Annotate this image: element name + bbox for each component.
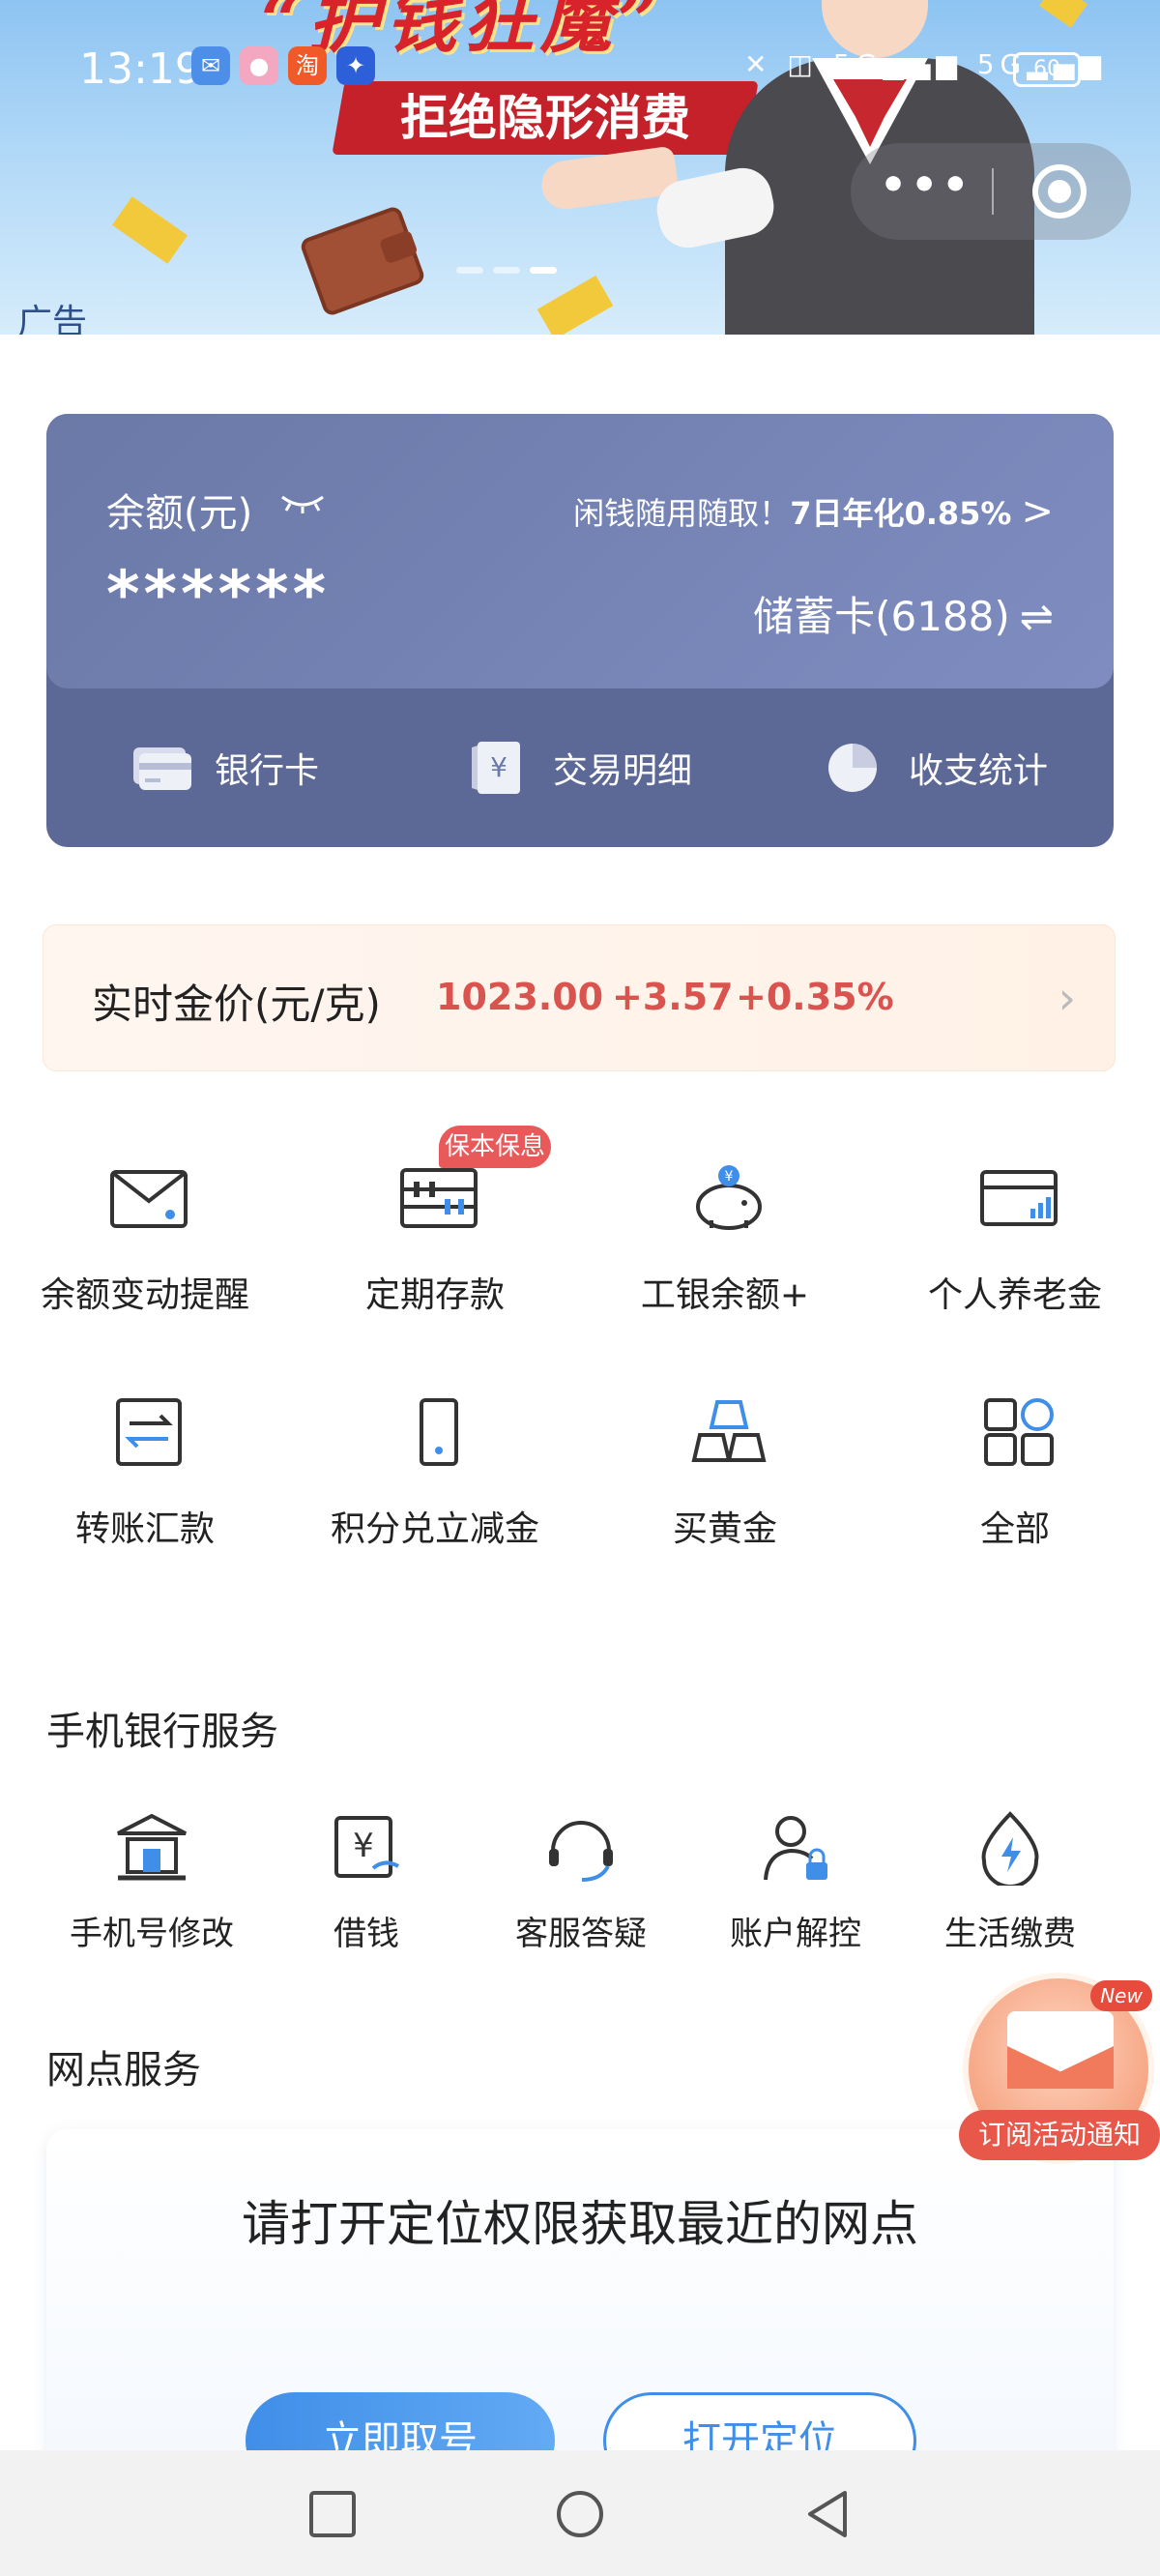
svg-text:¥: ¥	[725, 1169, 734, 1185]
transaction-detail-icon: ¥	[471, 742, 520, 794]
mobile-services-title: 手机银行服务	[46, 1710, 278, 1754]
bank-card-icon	[132, 747, 191, 790]
app-icon: ●	[240, 46, 278, 85]
grid-item-buy-gold[interactable]: 买黄金	[580, 1375, 870, 1568]
status-time: 13:19	[79, 44, 202, 94]
subscribe-label: 订阅活动通知	[959, 2110, 1160, 2160]
service-phone-change[interactable]: 手机号修改	[44, 1800, 259, 1965]
mini-program-capsule: •••	[851, 143, 1131, 240]
balance-hidden-value: ******	[106, 557, 331, 631]
gold-price-change: +3.57	[612, 976, 734, 1018]
banner-pagination	[456, 267, 557, 274]
promo-link[interactable]: 闲钱随用随取！7日年化0.85% >	[573, 489, 1054, 534]
confetti-decoration	[112, 196, 188, 264]
message-icon: ✉	[191, 46, 230, 85]
transfer-icon	[116, 1398, 182, 1466]
headset-icon	[549, 1821, 613, 1882]
gold-price-percent: +0.35%	[736, 976, 894, 1018]
envelope-icon	[110, 1170, 188, 1228]
pie-chart-icon	[827, 744, 877, 792]
balance-card[interactable]: 余额(元) ****** 闲钱随用随取！7日年化0.85% > 储蓄卡(6188)…	[46, 414, 1114, 847]
grid-item-fixed-deposit[interactable]: 定期存款	[290, 1141, 580, 1334]
service-utility-payment[interactable]: 生活缴费	[903, 1800, 1117, 1965]
grid-item-all[interactable]: 全部	[870, 1375, 1160, 1568]
taobao-icon: 淘	[288, 46, 327, 85]
lightning-icon	[981, 1811, 1039, 1886]
wallet-image	[298, 204, 427, 318]
system-nav-bar	[0, 2450, 1160, 2576]
confetti-decoration	[536, 275, 614, 335]
service-customer-support[interactable]: 客服答疑	[474, 1800, 688, 1965]
gold-price-value: 1023.00	[436, 976, 604, 1018]
gold-price-banner[interactable]: 实时金价(元/克) 1023.00 +3.57 +0.35% ›	[43, 924, 1116, 1071]
phone-icon	[420, 1398, 458, 1466]
loan-icon: ¥	[334, 1816, 399, 1878]
new-badge: New	[1090, 1980, 1152, 2011]
svg-text:¥: ¥	[490, 751, 508, 783]
app-icon: ✦	[336, 46, 375, 85]
chevron-right-icon: ›	[1058, 972, 1076, 1024]
grid-item-transfer[interactable]: 转账汇款	[0, 1375, 290, 1568]
eye-closed-icon[interactable]	[278, 491, 327, 514]
pension-card-icon	[980, 1170, 1058, 1226]
grid-item-personal-pension[interactable]: 个人养老金	[870, 1141, 1160, 1334]
grid-item-balance-alert[interactable]: 余额变动提醒	[0, 1141, 290, 1334]
swap-icon: ⇌	[1019, 593, 1054, 640]
gold-bars-icon	[691, 1400, 767, 1462]
more-icon[interactable]: •••	[880, 164, 972, 207]
confetti-decoration	[1039, 0, 1088, 28]
bank-card-button[interactable]: 银行卡	[46, 688, 402, 847]
abacus-icon	[400, 1168, 478, 1228]
back-icon[interactable]	[802, 2489, 853, 2539]
service-borrow[interactable]: ¥ 借钱	[259, 1800, 474, 1965]
gold-price-label: 实时金价(元/克)	[92, 981, 381, 1028]
all-apps-icon	[984, 1398, 1054, 1466]
grid-item-icbc-balance-plus[interactable]: ¥ 工银余额+	[580, 1141, 870, 1334]
envelope-icon	[1007, 2011, 1114, 2089]
user-lock-icon	[764, 1816, 827, 1881]
home-icon[interactable]	[555, 2489, 605, 2539]
subscribe-notification-float[interactable]: New 订阅活动通知	[959, 1973, 1160, 2166]
recent-apps-icon[interactable]	[307, 2489, 358, 2539]
branch-services-title: 网点服务	[46, 2048, 201, 2093]
ad-label: 广告	[17, 303, 88, 335]
income-expense-stats-button[interactable]: 收支统计	[758, 688, 1114, 847]
close-target-icon[interactable]	[1032, 164, 1087, 219]
piggy-bank-icon: ¥	[696, 1165, 762, 1230]
bank-building-icon	[117, 1813, 187, 1881]
status-bar: 13:19 ✉ ● 淘 ✦ ✕ ◫ 5G▂▄▆ 5G▂▄▆ 60	[0, 39, 1160, 106]
notification-icons: ✉ ● 淘 ✦	[191, 46, 375, 85]
svg-text:¥: ¥	[353, 1827, 374, 1865]
service-account-unlock[interactable]: 账户解控	[688, 1800, 903, 1965]
battery-icon: 60	[1013, 52, 1081, 87]
account-selector[interactable]: 储蓄卡(6188) ⇌	[753, 584, 1054, 643]
transaction-detail-button[interactable]: ¥ 交易明细	[402, 688, 758, 847]
grid-item-points-redeem[interactable]: 积分兑立减金	[290, 1375, 580, 1568]
location-permission-message: 请打开定位权限获取最近的网点	[242, 2196, 918, 2252]
balance-label: 余额(元)	[106, 491, 253, 536]
